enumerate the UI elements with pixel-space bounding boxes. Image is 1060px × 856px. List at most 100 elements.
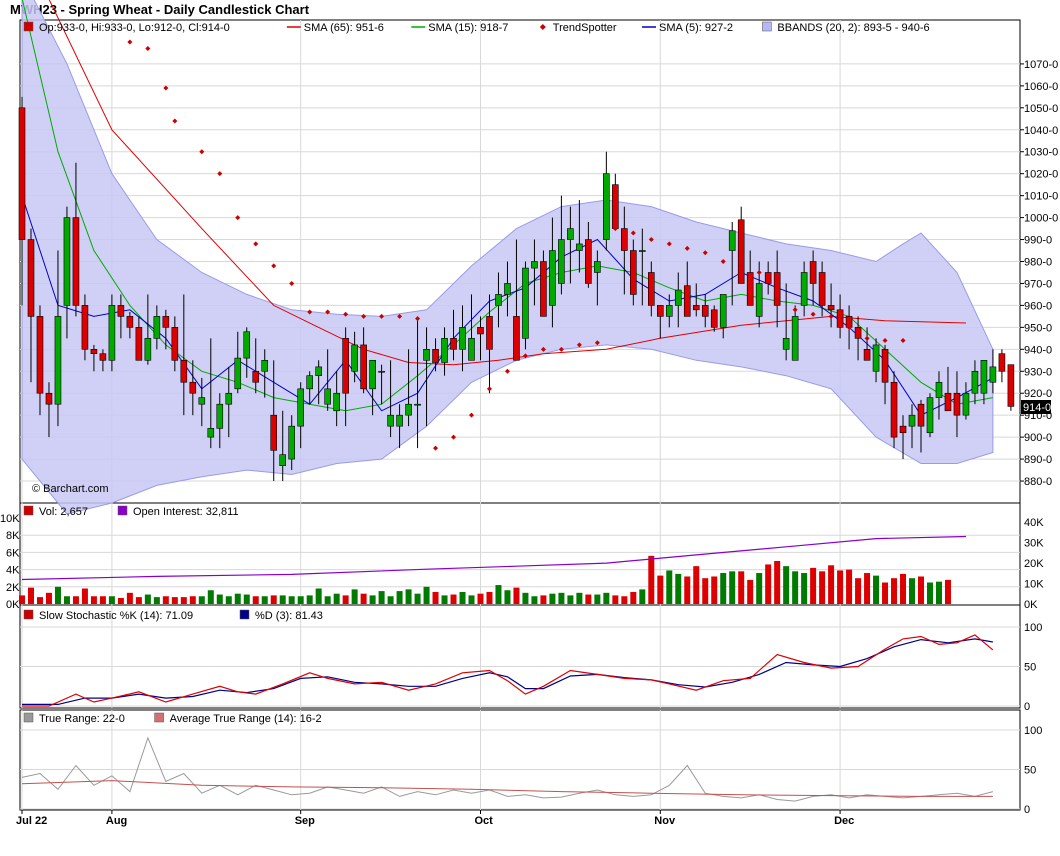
volume-bar — [666, 570, 673, 604]
volume-bar — [225, 596, 232, 604]
volume-bar — [873, 575, 880, 604]
volume-bar — [783, 566, 790, 604]
candle-body — [108, 305, 116, 361]
legend-key-box — [239, 609, 250, 620]
volume-bar — [36, 597, 43, 604]
volume-bar — [765, 564, 772, 604]
volume-bar — [792, 571, 799, 604]
candle-body — [674, 289, 682, 306]
candle-body — [665, 305, 673, 317]
volume-bar — [117, 597, 124, 604]
candle-body — [656, 305, 664, 317]
candle-body — [854, 327, 862, 339]
candle-body — [315, 366, 322, 376]
candle-body — [468, 338, 475, 361]
volume-bar — [414, 593, 421, 604]
candle-body — [549, 250, 556, 306]
volume-bar — [81, 588, 88, 604]
price-tick-label: 960-0 — [1024, 300, 1052, 312]
volume-bar — [594, 594, 601, 604]
volume-bar — [333, 593, 340, 604]
price-tick-label: 920-0 — [1024, 388, 1052, 400]
volume-bar — [378, 591, 385, 604]
candle-body — [818, 272, 826, 306]
candle-body — [405, 403, 412, 416]
candle-body — [450, 338, 457, 350]
legend-label: SMA (65): 951-6 — [304, 22, 384, 34]
watermark: © Barchart.com — [32, 483, 109, 495]
volume-bar — [432, 591, 439, 604]
candle-body — [594, 261, 601, 273]
candle-body — [630, 250, 637, 295]
candle-body — [243, 331, 251, 359]
volume-bar — [738, 571, 745, 604]
candle-body — [63, 217, 71, 306]
volume-bar — [495, 585, 502, 604]
candle-body — [881, 349, 889, 383]
legend-label: SMA (5): 927-2 — [659, 22, 733, 34]
volume-bar — [360, 593, 367, 604]
stoch-tick-label: 0 — [1024, 701, 1030, 713]
candle-body — [926, 397, 934, 434]
volume-tick-label-left: 10K — [0, 513, 20, 525]
volume-bar — [774, 561, 781, 604]
atr-tick-label: 100 — [1024, 725, 1042, 737]
volume-bar — [909, 578, 916, 604]
volume-bar — [513, 587, 520, 604]
date-tick-label: Nov — [654, 815, 676, 827]
legend-key-box — [762, 21, 772, 32]
candle-body — [486, 316, 493, 350]
volume-bar — [342, 595, 349, 604]
volume-bar — [90, 596, 97, 604]
candle-body — [189, 381, 197, 394]
candle-body — [396, 414, 403, 427]
candle-body — [432, 349, 439, 363]
candle-body — [306, 375, 313, 390]
candle-body — [800, 272, 808, 306]
legend-key-box — [23, 21, 34, 32]
candle-body — [180, 359, 188, 383]
candle-body — [710, 309, 718, 328]
date-tick-label: Aug — [106, 815, 127, 827]
candle-body — [72, 217, 80, 306]
volume-bar — [944, 579, 951, 604]
volume-bar — [756, 573, 763, 604]
candle-body — [423, 349, 430, 361]
candle-body — [333, 392, 340, 412]
volume-bar — [855, 578, 862, 604]
volume-bar — [810, 567, 817, 604]
date-tick-label: Jul 22 — [16, 815, 47, 827]
chart-svg: MWH23 - Spring Wheat - Daily Candlestick… — [0, 0, 1060, 851]
legend-label: Op:933-0, Hi:933-0, Lo:912-0, Cl:914-0 — [39, 22, 230, 34]
volume-bar — [351, 589, 358, 604]
candle-body — [719, 294, 727, 328]
legend-label: TrendSpotter — [553, 22, 617, 34]
candle-body — [234, 357, 242, 390]
legend-label: Vol: 2,657 — [39, 506, 88, 518]
candle-body — [746, 272, 754, 306]
volume-bar — [477, 593, 484, 604]
candle-body — [288, 425, 296, 460]
candle-body — [647, 272, 655, 306]
volume-bar — [900, 573, 907, 604]
volume-bar — [468, 595, 475, 604]
candle-body — [935, 381, 943, 398]
candle-body — [872, 344, 880, 372]
legend-label: Slow Stochastic %K (14): 71.09 — [39, 610, 193, 622]
candle-body — [495, 294, 502, 306]
volume-bar — [531, 596, 538, 604]
volume-bar — [576, 592, 583, 604]
candle-body — [297, 388, 304, 427]
volume-bar — [297, 596, 304, 604]
volume-bar — [27, 587, 34, 604]
volume-bar — [189, 596, 196, 604]
candle-body — [513, 316, 520, 361]
volume-bar — [837, 570, 844, 604]
candle-body — [612, 184, 619, 229]
volume-bar — [630, 591, 637, 604]
candle-body — [809, 261, 817, 284]
candle-body — [198, 397, 206, 405]
legend-key-box — [23, 505, 34, 516]
volume-tick-label-right: 0K — [1024, 599, 1038, 611]
price-tick-label: 900-0 — [1024, 432, 1052, 444]
